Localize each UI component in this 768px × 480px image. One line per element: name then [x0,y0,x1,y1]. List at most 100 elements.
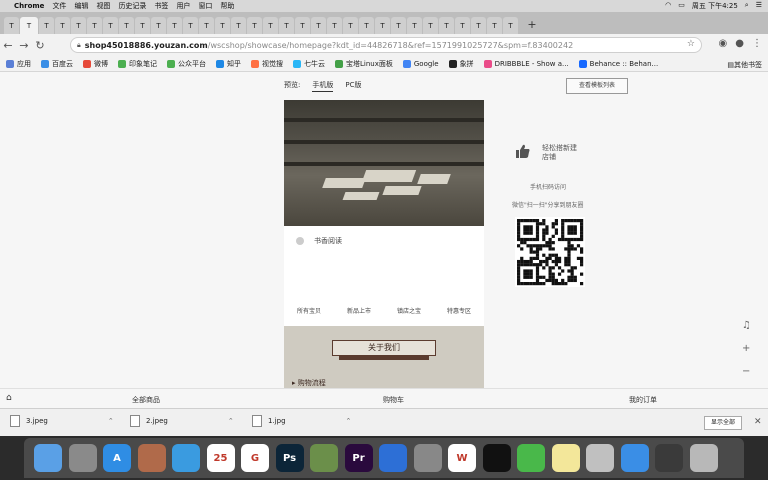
my-orders-link[interactable]: 我的订单 [629,395,657,405]
bookmark-item[interactable]: DRIBBBLE - Show a... [483,59,569,68]
browser-tab[interactable]: T [151,17,166,34]
menu-help[interactable]: 帮助 [220,1,234,11]
back-icon[interactable]: ← [0,39,16,52]
browser-tab[interactable]: T [263,17,278,34]
menu-history[interactable]: 历史记录 [118,1,146,11]
profile-icon[interactable]: ● [735,38,744,49]
wps-icon[interactable]: W [448,444,476,472]
template-list-button[interactable]: 查看模板列表 [566,78,628,94]
clock[interactable]: 周五 下午4:25 [692,1,738,11]
baidu-netdisk-icon[interactable] [620,444,649,472]
appstore-icon[interactable]: A [103,444,131,472]
all-products-link[interactable]: 全部商品 [132,395,160,405]
nav-featured[interactable]: 镇店之宝 [397,306,421,315]
nav-all-products[interactable]: 所有宝贝 [297,306,321,315]
safari-icon[interactable] [172,444,200,472]
show-all-downloads-button[interactable]: 显示全部 [704,416,743,430]
tab-mobile[interactable]: 手机版 [312,80,334,92]
browser-tab[interactable]: T [487,17,502,34]
voice-icon[interactable] [413,444,442,472]
other-bookmarks[interactable]: ▤ 其他书签 [727,60,762,70]
browser-tab[interactable]: T [295,17,310,34]
browser-tab[interactable]: T [471,17,486,34]
menu-bookmarks[interactable]: 书签 [154,1,168,11]
new-tab-button[interactable]: + [525,18,539,32]
bookmark-item[interactable]: 象拼 [448,59,474,69]
calendar-icon[interactable]: 25 [206,444,235,472]
menu-window[interactable]: 窗口 [198,1,212,11]
browser-tab[interactable]: T [311,17,326,34]
search-icon[interactable]: ⌕ [745,1,749,11]
browser-tab[interactable]: T [39,17,54,34]
browser-tab[interactable]: T [87,17,102,34]
address-bar[interactable]: 🔒︎ shop45018886.youzan.com/wscshop/showc… [70,37,702,53]
customer-service-icon[interactable]: ♫ [742,320,751,331]
bookmark-item[interactable]: 公众平台 [167,59,206,69]
wifi-icon[interactable]: ◠ [665,1,671,11]
browser-tab[interactable]: T [407,17,422,34]
menu-people[interactable]: 用户 [176,1,190,11]
browser-tab[interactable]: T [20,17,38,34]
chevron-up-icon[interactable]: ⌃ [108,417,114,425]
keynote-icon[interactable] [379,444,407,472]
plus-icon[interactable]: + [742,343,751,354]
photo-tool-icon[interactable] [137,444,166,472]
photoshop-icon[interactable]: Ps [275,444,304,472]
wechat-icon[interactable] [517,444,545,472]
lock-icon[interactable]: 🔒︎ [77,41,81,50]
browser-tab[interactable]: T [455,17,470,34]
cart-link[interactable]: 购物车 [383,395,404,405]
notes-icon[interactable] [551,444,580,472]
vpn-icon[interactable] [586,444,614,472]
minus-icon[interactable]: − [742,366,751,377]
forward-icon[interactable]: → [16,39,32,52]
browser-tab[interactable]: T [199,17,214,34]
browser-tab[interactable]: T [71,17,86,34]
browser-tab[interactable]: T [103,17,118,34]
url-text[interactable]: shop45018886.youzan.com/wscshop/showcase… [85,41,573,50]
premiere-icon[interactable]: Pr [344,444,373,472]
bookmark-item[interactable]: 宝塔Linux面板 [335,59,393,69]
browser-tab[interactable]: T [279,17,294,34]
browser-tab[interactable]: T [423,17,438,34]
menu-file[interactable]: 文件 [52,1,66,11]
bookmark-item[interactable]: 知乎 [216,59,241,69]
menu-view[interactable]: 视图 [96,1,110,11]
menu-list-icon[interactable]: ☰ [756,1,762,11]
bookmark-item[interactable]: 印象笔记 [118,59,157,69]
browser-tab[interactable]: T [183,17,198,34]
browser-tab[interactable]: T [167,17,182,34]
browser-tab[interactable]: T [215,17,230,34]
menu-edit[interactable]: 编辑 [74,1,88,11]
chrome-icon[interactable]: G [241,444,269,472]
launchpad-icon[interactable] [68,444,97,472]
bookmark-star-icon[interactable]: ☆ [687,39,695,49]
browser-tab[interactable]: T [55,17,70,34]
browser-tab[interactable]: T [327,17,342,34]
browser-tab[interactable]: T [439,17,454,34]
more-menu-icon[interactable]: ⋮ [752,38,762,49]
extension-icon[interactable]: ◉ [719,38,728,49]
shop-header[interactable]: 书香阅读 [284,226,484,256]
menu-app-name[interactable]: Chrome [14,2,44,10]
close-icon[interactable]: ✕ [754,417,762,427]
browser-tab[interactable]: T [135,17,150,34]
download-item[interactable]: 1.jpg ⌃ [252,415,351,427]
download-item[interactable]: 3.jpeg ⌃ [10,415,114,427]
nav-new-arrivals[interactable]: 新品上市 [347,306,371,315]
bookmark-item[interactable]: 视觉搜 [251,59,283,69]
nav-deals[interactable]: 特惠专区 [447,306,471,315]
browser-tab[interactable]: T [375,17,390,34]
browser-tab[interactable]: T [503,17,518,34]
download-item[interactable]: 2.jpeg ⌃ [130,415,234,427]
about-us-button[interactable]: 关于我们 [332,340,436,360]
browser-tab[interactable]: T [247,17,262,34]
quicktime-icon[interactable] [655,444,683,472]
earth-icon[interactable] [310,444,338,472]
bookmark-item[interactable]: 应用 [6,59,31,69]
home-icon[interactable]: ⌂ [6,393,12,403]
bookmark-item[interactable]: 微博 [83,59,108,69]
browser-tab[interactable]: T [359,17,374,34]
trash-icon[interactable] [689,444,718,472]
reload-icon[interactable]: ↻ [32,39,48,52]
